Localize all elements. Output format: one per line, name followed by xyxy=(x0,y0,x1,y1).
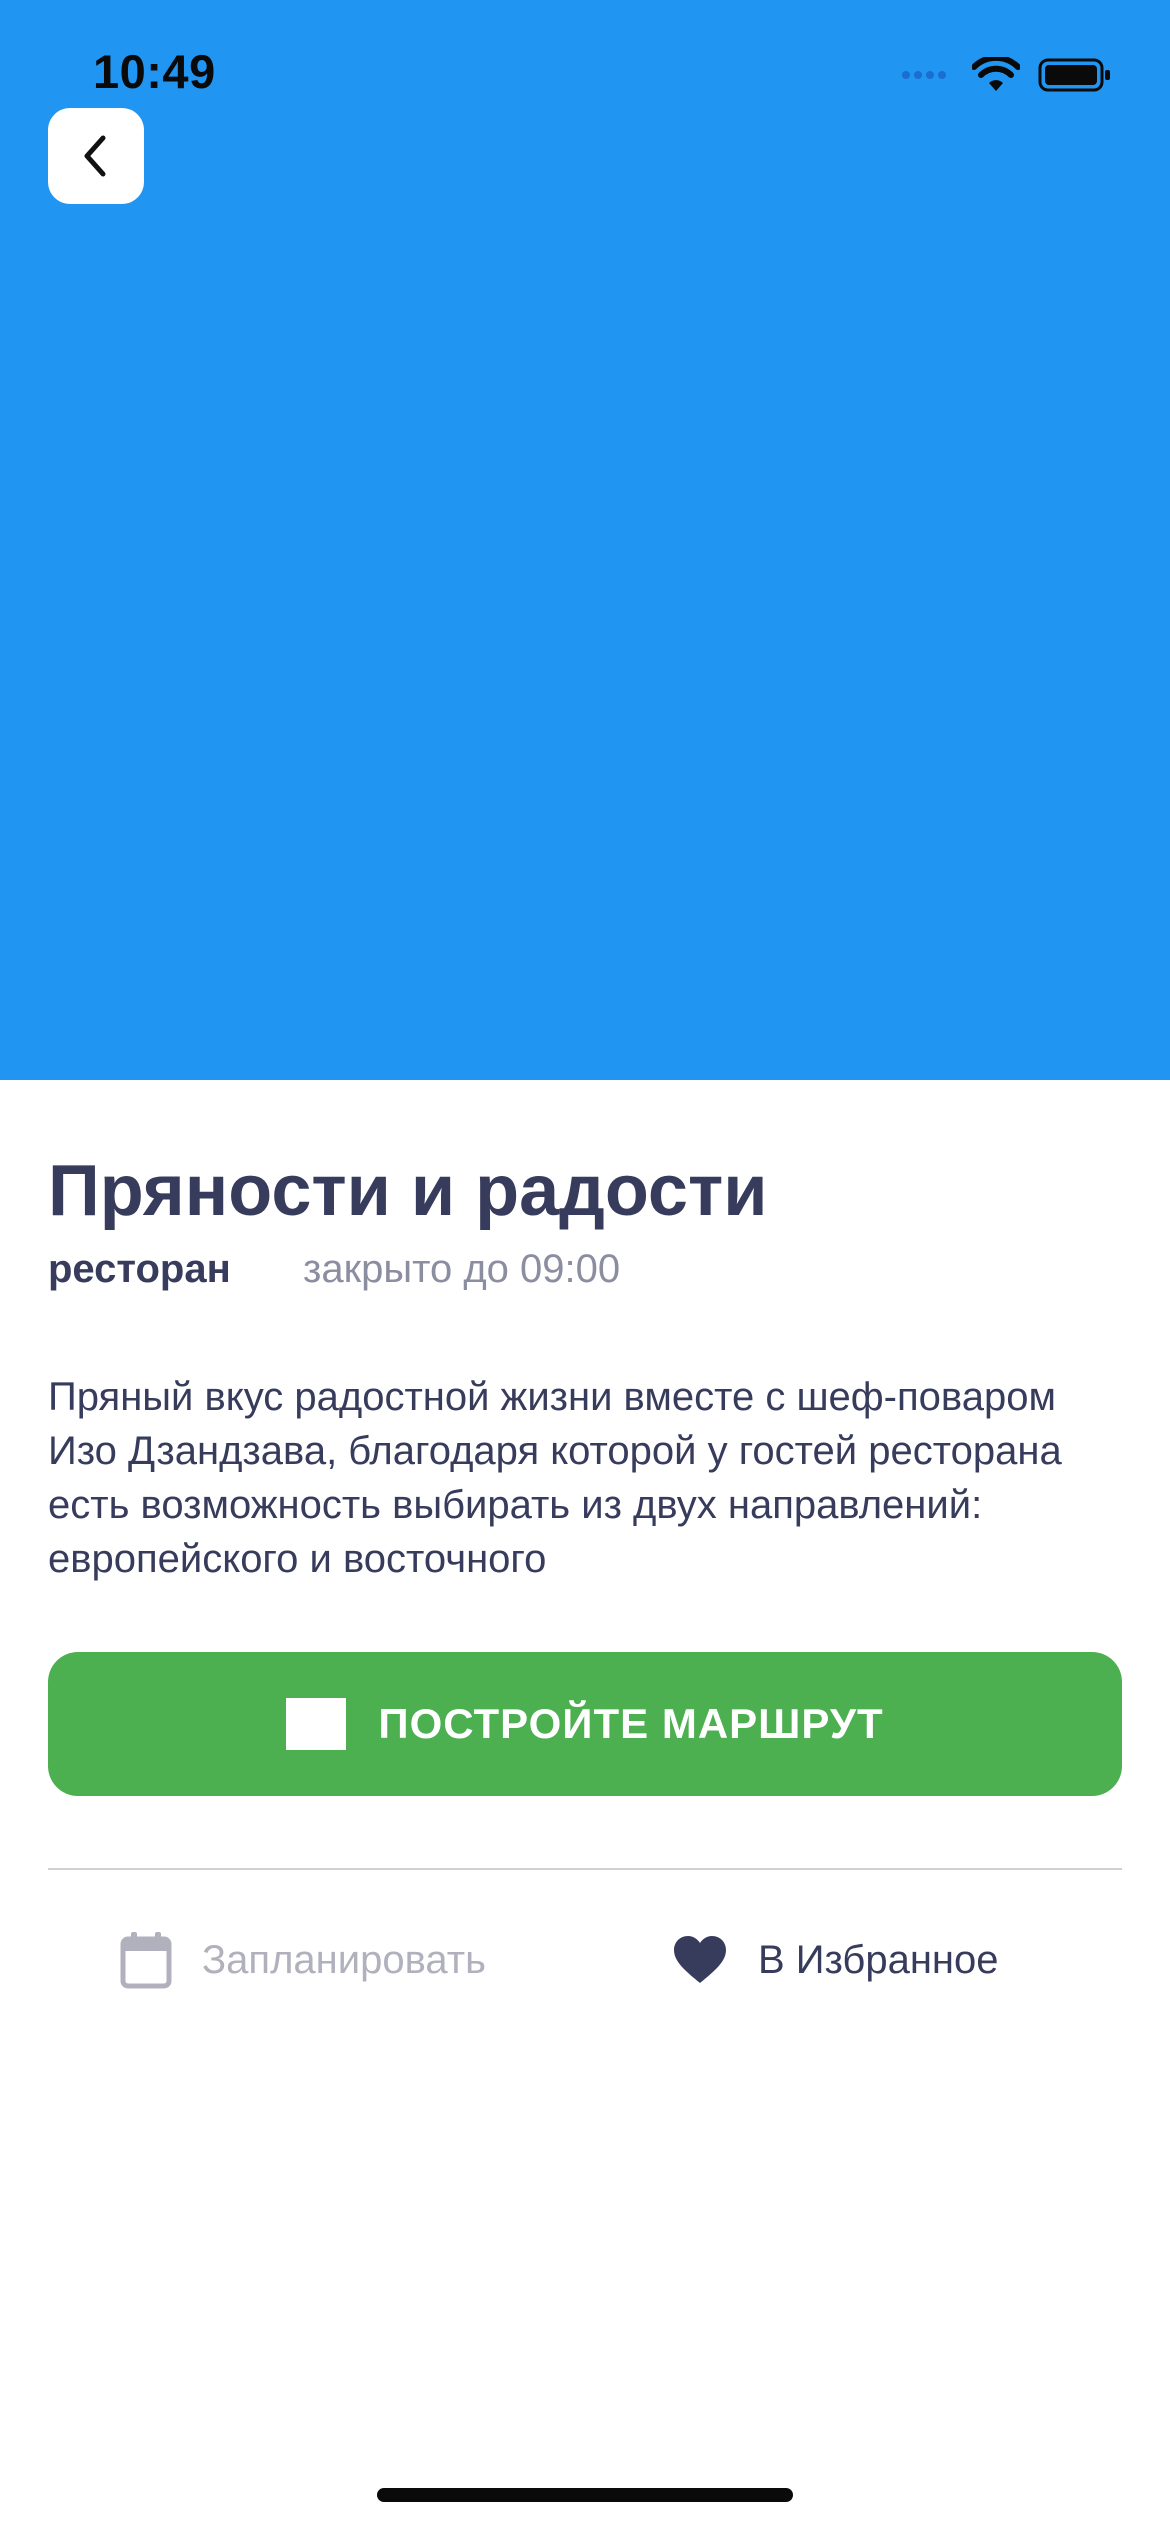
home-indicator[interactable] xyxy=(377,2488,793,2502)
status-time: 10:49 xyxy=(93,45,216,98)
route-icon xyxy=(286,1698,347,1750)
build-route-label: ПОСТРОЙТЕ МАРШРУТ xyxy=(378,1700,884,1747)
opening-hours: закрыто до 09:00 xyxy=(303,1247,621,1291)
calendar-icon xyxy=(120,1932,172,1989)
plan-label: Запланировать xyxy=(202,1937,486,1982)
build-route-button[interactable]: ПОСТРОЙТЕ МАРШРУТ xyxy=(48,1652,1122,1796)
signal-icon xyxy=(902,71,946,79)
divider xyxy=(48,1868,1122,1870)
chevron-left-icon xyxy=(84,135,106,177)
add-to-favorites-button[interactable]: В Избранное xyxy=(672,1920,999,2000)
heart-icon xyxy=(674,1936,726,1983)
status-icons xyxy=(900,50,1112,100)
place-description: Пряный вкус радостной жизни вместе с шеф… xyxy=(48,1375,1062,1581)
place-category: ресторан xyxy=(48,1247,231,1291)
plan-button[interactable]: Запланировать xyxy=(120,1920,486,2000)
favorites-label: В Избранное xyxy=(758,1937,999,1982)
place-title: Пряности и радости xyxy=(48,1151,768,1231)
wifi-icon xyxy=(972,57,1020,91)
battery-icon xyxy=(1038,58,1110,92)
hero-image xyxy=(0,0,1170,1080)
back-button[interactable] xyxy=(48,108,144,204)
